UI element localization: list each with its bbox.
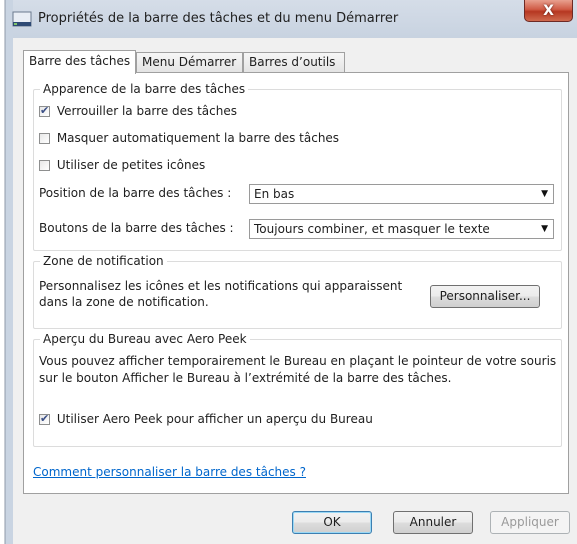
appearance-legend: Apparence de la barre des tâches	[40, 82, 249, 96]
aero-peek-group: Aperçu du Bureau avec Aero Peek Vous pou…	[33, 332, 562, 447]
autohide-label: Masquer automatiquement la barre des tâc…	[56, 131, 340, 145]
lock-taskbar-option[interactable]: Verrouiller la barre des tâches	[39, 104, 237, 118]
tab-start-menu[interactable]: Menu Démarrer	[136, 52, 243, 73]
close-button[interactable]: X	[524, 0, 573, 22]
notification-description-line1: Personnalisez les icônes et les notifica…	[39, 279, 403, 293]
use-aero-peek-label: Utiliser Aero Peek pour afficher un aper…	[56, 412, 373, 426]
customize-button[interactable]: Personnaliser...	[430, 285, 540, 308]
taskbar-properties-icon	[12, 11, 32, 27]
aero-peek-legend: Aperçu du Bureau avec Aero Peek	[40, 332, 250, 346]
chevron-down-icon: ▼	[541, 224, 548, 234]
window-title: Propriétés de la barre des tâches et du …	[38, 11, 399, 26]
chevron-down-icon: ▼	[541, 189, 548, 199]
use-aero-peek-checkbox[interactable]	[39, 412, 50, 425]
notification-legend: Zone de notification	[40, 254, 167, 268]
cancel-button[interactable]: Annuler	[393, 511, 473, 534]
small-icons-label: Utiliser de petites icônes	[56, 158, 206, 172]
tab-taskbar[interactable]: Barre des tâches	[23, 50, 136, 74]
use-aero-peek-option[interactable]: Utiliser Aero Peek pour afficher un aper…	[39, 412, 373, 426]
ok-button[interactable]: OK	[292, 511, 372, 534]
help-link[interactable]: Comment personnaliser la barre des tâche…	[33, 465, 306, 479]
buttons-value: Toujours combiner, et masquer le texte	[254, 222, 490, 236]
appearance-group: Apparence de la barre des tâches Verroui…	[33, 82, 562, 251]
aero-peek-description-line2: sur le bouton Afficher le Bureau à l’ext…	[39, 371, 452, 385]
aero-peek-description-line1: Vous pouvez afficher temporairement le B…	[39, 354, 557, 368]
autohide-checkbox[interactable]	[39, 133, 50, 144]
position-label: Position de la barre des tâches :	[39, 186, 232, 200]
window-left-edge	[0, 0, 13, 544]
autohide-option[interactable]: Masquer automatiquement la barre des tâc…	[39, 131, 339, 145]
apply-button[interactable]: Appliquer	[490, 511, 570, 534]
tab-panel: Apparence de la barre des tâches Verroui…	[23, 72, 569, 494]
position-dropdown[interactable]: En bas ▼	[249, 184, 554, 204]
lock-taskbar-label: Verrouiller la barre des tâches	[56, 104, 237, 118]
buttons-dropdown[interactable]: Toujours combiner, et masquer le texte ▼	[249, 219, 554, 239]
dialog-client-area: Barre des tâches Menu Démarrer Barres d’…	[13, 38, 577, 544]
notification-description-line2: dans la zone de notification.	[39, 295, 209, 309]
small-icons-checkbox[interactable]	[39, 160, 50, 171]
close-icon: X	[543, 2, 554, 19]
notification-group: Zone de notification Personnalisez les i…	[33, 254, 562, 329]
position-value: En bas	[254, 187, 295, 201]
small-icons-option[interactable]: Utiliser de petites icônes	[39, 158, 205, 172]
lock-taskbar-checkbox[interactable]	[39, 104, 50, 117]
buttons-label: Boutons de la barre des tâches :	[39, 221, 234, 235]
tab-toolbars[interactable]: Barres d’outils	[243, 52, 345, 73]
